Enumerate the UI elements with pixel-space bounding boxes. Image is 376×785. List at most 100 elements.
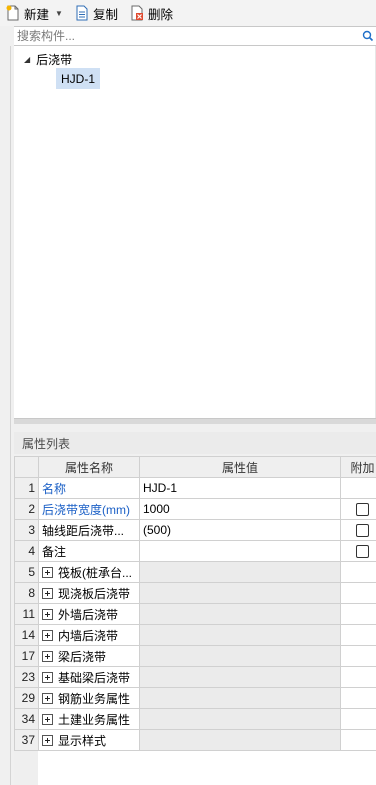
property-list-title: 属性列表 — [22, 436, 71, 451]
header-extra[interactable]: 附加 — [340, 456, 376, 478]
table-row[interactable]: 2 后浇带宽度(mm) 1000 — [14, 498, 376, 520]
property-value-cell — [139, 603, 341, 625]
property-name: 名称 — [42, 481, 67, 496]
copy-icon — [75, 5, 89, 21]
search-bar — [14, 26, 376, 46]
row-number: 5 — [14, 561, 39, 583]
left-gutter — [0, 0, 14, 785]
row-number: 1 — [14, 477, 39, 499]
property-name-cell[interactable]: 筏板(桩承台... — [38, 561, 140, 583]
expand-plus-icon[interactable] — [42, 692, 53, 704]
table-row[interactable]: 17 梁后浇带 — [14, 645, 376, 667]
extra-cell — [340, 645, 376, 667]
expand-plus-icon[interactable] — [42, 734, 53, 746]
property-name: 轴线距后浇带... — [42, 523, 125, 538]
property-value-cell — [139, 561, 341, 583]
property-value-cell[interactable]: 1000 — [139, 498, 341, 520]
extra-checkbox[interactable] — [356, 503, 369, 517]
table-row[interactable]: 14 内墙后浇带 — [14, 624, 376, 646]
table-row[interactable]: 37 显示样式 — [14, 729, 376, 751]
extra-cell — [340, 729, 376, 751]
expand-plus-icon[interactable] — [42, 671, 53, 683]
property-value-cell — [139, 687, 341, 709]
property-name: 现浇板后浇带 — [58, 586, 131, 601]
property-value-cell — [139, 708, 341, 730]
expand-plus-icon[interactable] — [42, 650, 53, 662]
row-number: 3 — [14, 519, 39, 541]
collapse-triangle-icon[interactable]: ◢ — [24, 55, 30, 64]
copy-label: 复制 — [92, 7, 118, 22]
tree-node-hjd-1[interactable]: HJD-1 — [56, 68, 101, 89]
table-row[interactable]: 1 名称 HJD-1 — [14, 477, 376, 499]
table-row[interactable]: 29 钢筋业务属性 — [14, 687, 376, 709]
search-input[interactable] — [14, 29, 344, 43]
property-name-cell: 轴线距后浇带... — [38, 519, 140, 541]
table-row[interactable]: 11 外墙后浇带 — [14, 603, 376, 625]
header-property-value[interactable]: 属性值 — [139, 456, 341, 478]
property-name-cell[interactable]: 钢筋业务属性 — [38, 687, 140, 709]
header-property-name[interactable]: 属性名称 — [38, 456, 140, 478]
property-name: 钢筋业务属性 — [58, 691, 131, 706]
expand-plus-icon[interactable] — [42, 713, 53, 725]
expand-plus-icon[interactable] — [42, 587, 53, 599]
toolbar: 新建 ▼ 复制 删除 — [0, 0, 376, 26]
row-number: 2 — [14, 498, 39, 520]
header-corner — [14, 456, 39, 478]
extra-cell — [340, 561, 376, 583]
table-row[interactable]: 3 轴线距后浇带... (500) — [14, 519, 376, 541]
property-value-cell[interactable] — [139, 540, 341, 562]
extra-cell[interactable] — [340, 498, 376, 520]
property-name-cell[interactable]: 梁后浇带 — [38, 645, 140, 667]
property-name-cell[interactable]: 内墙后浇带 — [38, 624, 140, 646]
property-name-cell[interactable]: 基础梁后浇带 — [38, 666, 140, 688]
chevron-down-icon[interactable]: ▼ — [55, 9, 63, 18]
extra-cell — [340, 666, 376, 688]
property-list-header: 属性列表 — [14, 432, 376, 454]
extra-cell — [340, 603, 376, 625]
table-row[interactable]: 23 基础梁后浇带 — [14, 666, 376, 688]
property-value-cell[interactable]: HJD-1 — [139, 477, 341, 499]
table-row[interactable]: 4 备注 — [14, 540, 376, 562]
delete-label: 删除 — [147, 7, 173, 22]
extra-checkbox[interactable] — [356, 545, 369, 559]
extra-cell[interactable] — [340, 540, 376, 562]
property-name-cell: 后浇带宽度(mm) — [38, 498, 140, 520]
expand-plus-icon[interactable] — [42, 608, 53, 620]
extra-cell — [340, 582, 376, 604]
tree-node-post-cast-strip[interactable]: ◢ 后浇带 — [24, 50, 72, 68]
table-row[interactable]: 34 土建业务属性 — [14, 708, 376, 730]
property-value-cell — [139, 666, 341, 688]
delete-button[interactable]: 删除 — [128, 2, 179, 24]
expand-plus-icon[interactable] — [42, 629, 53, 641]
row-number: 4 — [14, 540, 39, 562]
copy-button[interactable]: 复制 — [73, 2, 124, 24]
row-number: 17 — [14, 645, 39, 667]
property-name-cell: 名称 — [38, 477, 140, 499]
property-grid: 属性名称 属性值 附加 1 名称 HJD-1 2 后浇带宽度(mm) 1000 3 轴线距后浇… — [14, 456, 376, 785]
table-row[interactable]: 8 现浇板后浇带 — [14, 582, 376, 604]
property-name: 备注 — [42, 544, 67, 559]
property-name: 外墙后浇带 — [58, 607, 119, 622]
property-value-cell — [139, 624, 341, 646]
property-name: 基础梁后浇带 — [58, 670, 131, 685]
property-name-cell[interactable]: 土建业务属性 — [38, 708, 140, 730]
property-name: 筏板(桩承台... — [58, 565, 132, 580]
property-value-cell[interactable]: (500) — [139, 519, 341, 541]
panel-splitter[interactable] — [14, 418, 376, 424]
extra-cell[interactable] — [340, 519, 376, 541]
search-icon[interactable] — [362, 30, 374, 42]
delete-icon — [130, 5, 144, 21]
property-name-cell[interactable]: 显示样式 — [38, 729, 140, 751]
property-table: 属性名称 属性值 附加 1 名称 HJD-1 2 后浇带宽度(mm) 1000 3 轴线距后浇… — [14, 456, 376, 751]
extra-checkbox[interactable] — [356, 524, 369, 538]
new-button[interactable]: 新建 ▼ — [4, 2, 69, 24]
tree-node-label: 后浇带 — [36, 52, 73, 67]
expand-plus-icon[interactable] — [42, 566, 53, 578]
extra-cell — [340, 477, 376, 499]
new-document-icon — [6, 5, 20, 21]
table-header-row: 属性名称 属性值 附加 — [14, 456, 376, 478]
property-name-cell[interactable]: 外墙后浇带 — [38, 603, 140, 625]
property-name-cell[interactable]: 现浇板后浇带 — [38, 582, 140, 604]
table-row[interactable]: 5 筏板(桩承台... — [14, 561, 376, 583]
extra-cell — [340, 687, 376, 709]
